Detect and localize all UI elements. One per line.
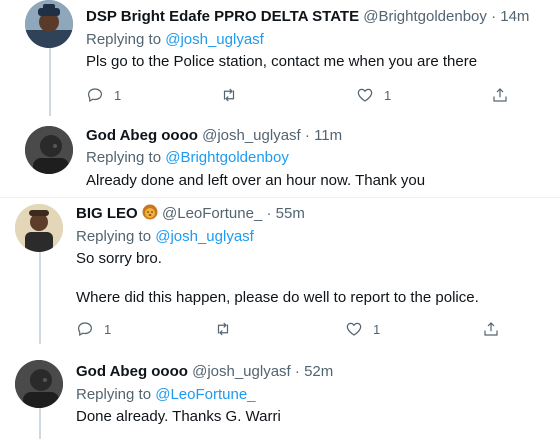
user-photo-avatar-icon <box>15 204 63 252</box>
avatar[interactable] <box>15 360 63 408</box>
reply-count: 1 <box>104 321 112 337</box>
avatar[interactable] <box>25 126 73 174</box>
display-name[interactable]: God Abeg oooo <box>86 127 198 144</box>
tweet-header: DSP Bright Edafe PPRO DELTA STATE @Brigh… <box>86 7 529 27</box>
display-name[interactable]: God Abeg oooo <box>76 363 188 380</box>
timestamp[interactable]: 14m <box>500 8 529 25</box>
lion-face-emoji-icon <box>142 204 158 220</box>
heart-icon <box>346 322 362 336</box>
retweet-button[interactable] <box>214 320 242 338</box>
replying-to-handle[interactable]: @LeoFortune_ <box>155 386 255 403</box>
replying-to: Replying to @LeoFortune_ <box>76 385 256 405</box>
tweet-header: BIG LEO @LeoFortune_ · 55m <box>76 204 305 224</box>
replying-to-label: Replying to <box>86 149 162 166</box>
reply-button[interactable]: 1 <box>76 320 111 338</box>
separator-dot: · <box>266 205 272 222</box>
avatar[interactable] <box>15 204 63 252</box>
avatar[interactable] <box>25 0 73 48</box>
user-photo-avatar-icon <box>15 360 63 408</box>
retweet-icon <box>217 322 229 336</box>
heart-icon <box>357 88 373 102</box>
user-handle[interactable]: @LeoFortune_ <box>162 205 262 222</box>
tweet-actions: 1 1 <box>76 320 506 340</box>
tweet-actions: 1 1 <box>86 86 509 106</box>
tweet[interactable]: BIG LEO @LeoFortune_ · 55m Replying to @… <box>0 198 560 348</box>
reply-icon <box>88 88 102 103</box>
replying-to-label: Replying to <box>76 228 152 245</box>
replying-to: Replying to @Brightgoldenboy <box>86 148 289 168</box>
display-name[interactable]: DSP Bright Edafe PPRO DELTA STATE <box>86 8 359 25</box>
replying-to-label: Replying to <box>76 386 152 403</box>
share-button[interactable] <box>482 320 500 338</box>
user-handle[interactable]: @Brightgoldenboy <box>363 8 487 25</box>
tweet-text: Pls go to the Police station, contact me… <box>86 53 478 70</box>
replying-to-label: Replying to <box>86 31 162 48</box>
timestamp[interactable]: 52m <box>304 363 333 380</box>
share-icon <box>484 322 498 336</box>
tweet-text: Already done and left over an hour now. … <box>86 172 426 189</box>
tweet-text-line: Where did this happen, please do well to… <box>76 289 479 306</box>
retweet-icon <box>223 88 235 102</box>
like-count: 1 <box>384 87 392 103</box>
replying-to: Replying to @josh_uglyasf <box>76 227 254 247</box>
user-handle[interactable]: @josh_uglyasf <box>202 127 301 144</box>
display-name[interactable]: BIG LEO <box>76 205 138 222</box>
like-count: 1 <box>373 321 381 337</box>
separator-dot: · <box>304 127 310 144</box>
share-icon <box>493 88 507 102</box>
replying-to-handle[interactable]: @josh_uglyasf <box>155 228 254 245</box>
separator-dot: · <box>491 8 497 25</box>
tweet-text: Done already. Thanks G. Warri <box>76 408 281 425</box>
tweet[interactable]: God Abeg oooo @josh_uglyasf · 52m Replyi… <box>0 352 560 439</box>
separator-dot: · <box>294 363 300 380</box>
like-button[interactable]: 1 <box>345 320 380 338</box>
timestamp[interactable]: 11m <box>314 127 342 144</box>
user-handle[interactable]: @josh_uglyasf <box>192 363 291 380</box>
timestamp[interactable]: 55m <box>276 205 305 222</box>
replying-to-handle[interactable]: @Brightgoldenboy <box>165 149 289 166</box>
tweet-text-line: So sorry bro. <box>76 250 162 267</box>
police-officer-avatar-icon <box>25 0 73 48</box>
retweet-button[interactable] <box>220 86 248 104</box>
reply-count: 1 <box>114 87 122 103</box>
replying-to-handle[interactable]: @josh_uglyasf <box>165 31 264 48</box>
tweet[interactable]: God Abeg oooo @josh_uglyasf · 11m Replyi… <box>0 118 560 196</box>
tweet[interactable]: DSP Bright Edafe PPRO DELTA STATE @Brigh… <box>0 0 560 118</box>
user-photo-avatar-icon <box>25 126 73 174</box>
share-button[interactable] <box>491 86 509 104</box>
like-button[interactable]: 1 <box>356 86 391 104</box>
tweet-header: God Abeg oooo @josh_uglyasf · 11m <box>86 126 342 146</box>
tweet-header: God Abeg oooo @josh_uglyasf · 52m <box>76 362 333 382</box>
replying-to: Replying to @josh_uglyasf <box>86 30 264 50</box>
reply-icon <box>78 322 92 337</box>
reply-button[interactable]: 1 <box>86 86 121 104</box>
